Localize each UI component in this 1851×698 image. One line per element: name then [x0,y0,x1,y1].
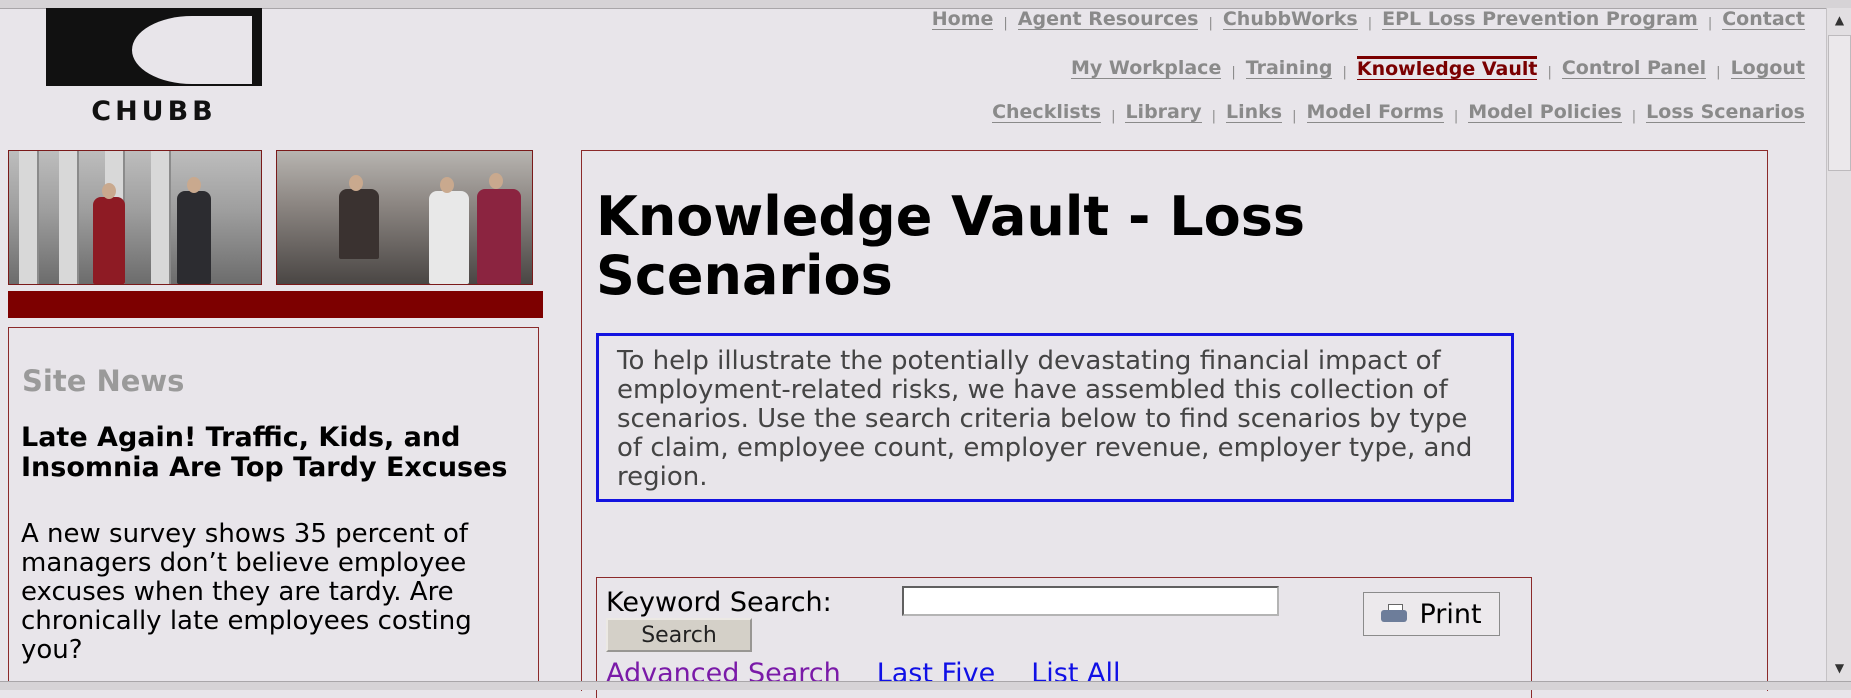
logo-text: CHUBB [91,96,217,127]
photo-figure [177,191,211,284]
nav-checklists[interactable]: Checklists [992,102,1102,123]
nav-separator: | [1208,16,1213,31]
scrollbar-thumb[interactable] [1828,35,1851,171]
logo-c-shape [132,16,252,84]
nav-training[interactable]: Training [1245,58,1333,79]
nav-separator: | [1292,109,1297,124]
scroll-up-arrow-icon[interactable]: ▲ [1829,10,1850,31]
photo-figure [93,197,125,284]
nav-library[interactable]: Library [1125,102,1202,123]
news-article-text: A new survey shows 35 percent of manager… [21,519,472,665]
page-title: Knowledge Vault - Loss Scenarios [596,185,1305,307]
photo-figure [339,189,379,259]
photo-head [489,173,503,189]
photo-column [59,151,79,284]
nav-separator: | [1231,64,1236,80]
nav-agent-resources[interactable]: Agent Resources [1017,9,1199,30]
keyword-search-input[interactable] [902,586,1279,616]
nav-loss-scenarios[interactable]: Loss Scenarios [1646,102,1805,123]
search-panel: Keyword Search: Search Print Advanced Se… [596,577,1532,698]
printer-icon [1381,604,1409,624]
nav-separator: | [1003,16,1008,31]
top-nav-tertiary: Checklists | Library | Links | Model Forms |… [992,102,1805,124]
nav-model-forms[interactable]: Model Forms [1306,102,1444,123]
nav-separator: | [1707,16,1713,31]
nav-knowledge-vault[interactable]: Knowledge Vault [1356,56,1538,80]
nav-separator: | [1631,109,1637,124]
nav-links[interactable]: Links [1226,102,1283,123]
photo-column [19,151,39,284]
nav-separator: | [1453,109,1459,124]
photo-figure [429,191,469,284]
top-nav-primary: Home | Agent Resources | ChubbWorks | EPL L… [931,9,1805,31]
photo-head [187,177,201,193]
print-button[interactable]: Print [1363,592,1500,636]
vertical-scrollbar[interactable]: ▲ ▼ [1826,8,1851,681]
site-news-heading: Site News [22,364,185,398]
keyword-search-label: Keyword Search: [606,587,832,618]
main-content-panel: Knowledge Vault - Loss Scenarios To help… [581,150,1768,698]
photo-figure [477,189,521,284]
nav-my-workplace[interactable]: My Workplace [1071,58,1222,79]
photo-head [440,177,454,193]
photo-office-meeting [276,150,533,285]
nav-epl-loss-prevention[interactable]: EPL Loss Prevention Program [1382,9,1698,30]
nav-separator: | [1111,109,1116,124]
photo-head [349,175,363,191]
photo-courthouse-steps [8,150,262,285]
print-button-label: Print [1419,598,1482,630]
nav-separator: | [1342,64,1347,80]
photo-head [102,183,116,199]
news-article-title[interactable]: Late Again! Traffic, Kids, and Insomnia … [21,423,531,483]
nav-contact[interactable]: Contact [1722,9,1805,30]
chubb-logo[interactable]: CHUBB [46,8,262,127]
nav-separator: | [1716,64,1721,80]
accent-bar [8,291,543,318]
nav-logout[interactable]: Logout [1730,58,1805,79]
scroll-down-arrow-icon[interactable]: ▼ [1829,658,1850,679]
nav-separator: | [1367,16,1373,31]
photo-column [151,151,171,284]
nav-chubbworks[interactable]: ChubbWorks [1222,9,1358,30]
search-button[interactable]: Search [606,618,752,652]
nav-separator: | [1211,109,1217,124]
nav-home[interactable]: Home [931,9,994,30]
site-news-panel: Site News Late Again! Traffic, Kids, and… [8,327,539,688]
intro-box: To help illustrate the potentially devas… [596,333,1514,502]
top-nav-secondary: My Workplace | Training | Knowledge Vault |… [1071,56,1805,80]
nav-control-panel[interactable]: Control Panel [1561,58,1707,79]
nav-model-policies[interactable]: Model Policies [1468,102,1622,123]
nav-separator: | [1547,64,1552,80]
